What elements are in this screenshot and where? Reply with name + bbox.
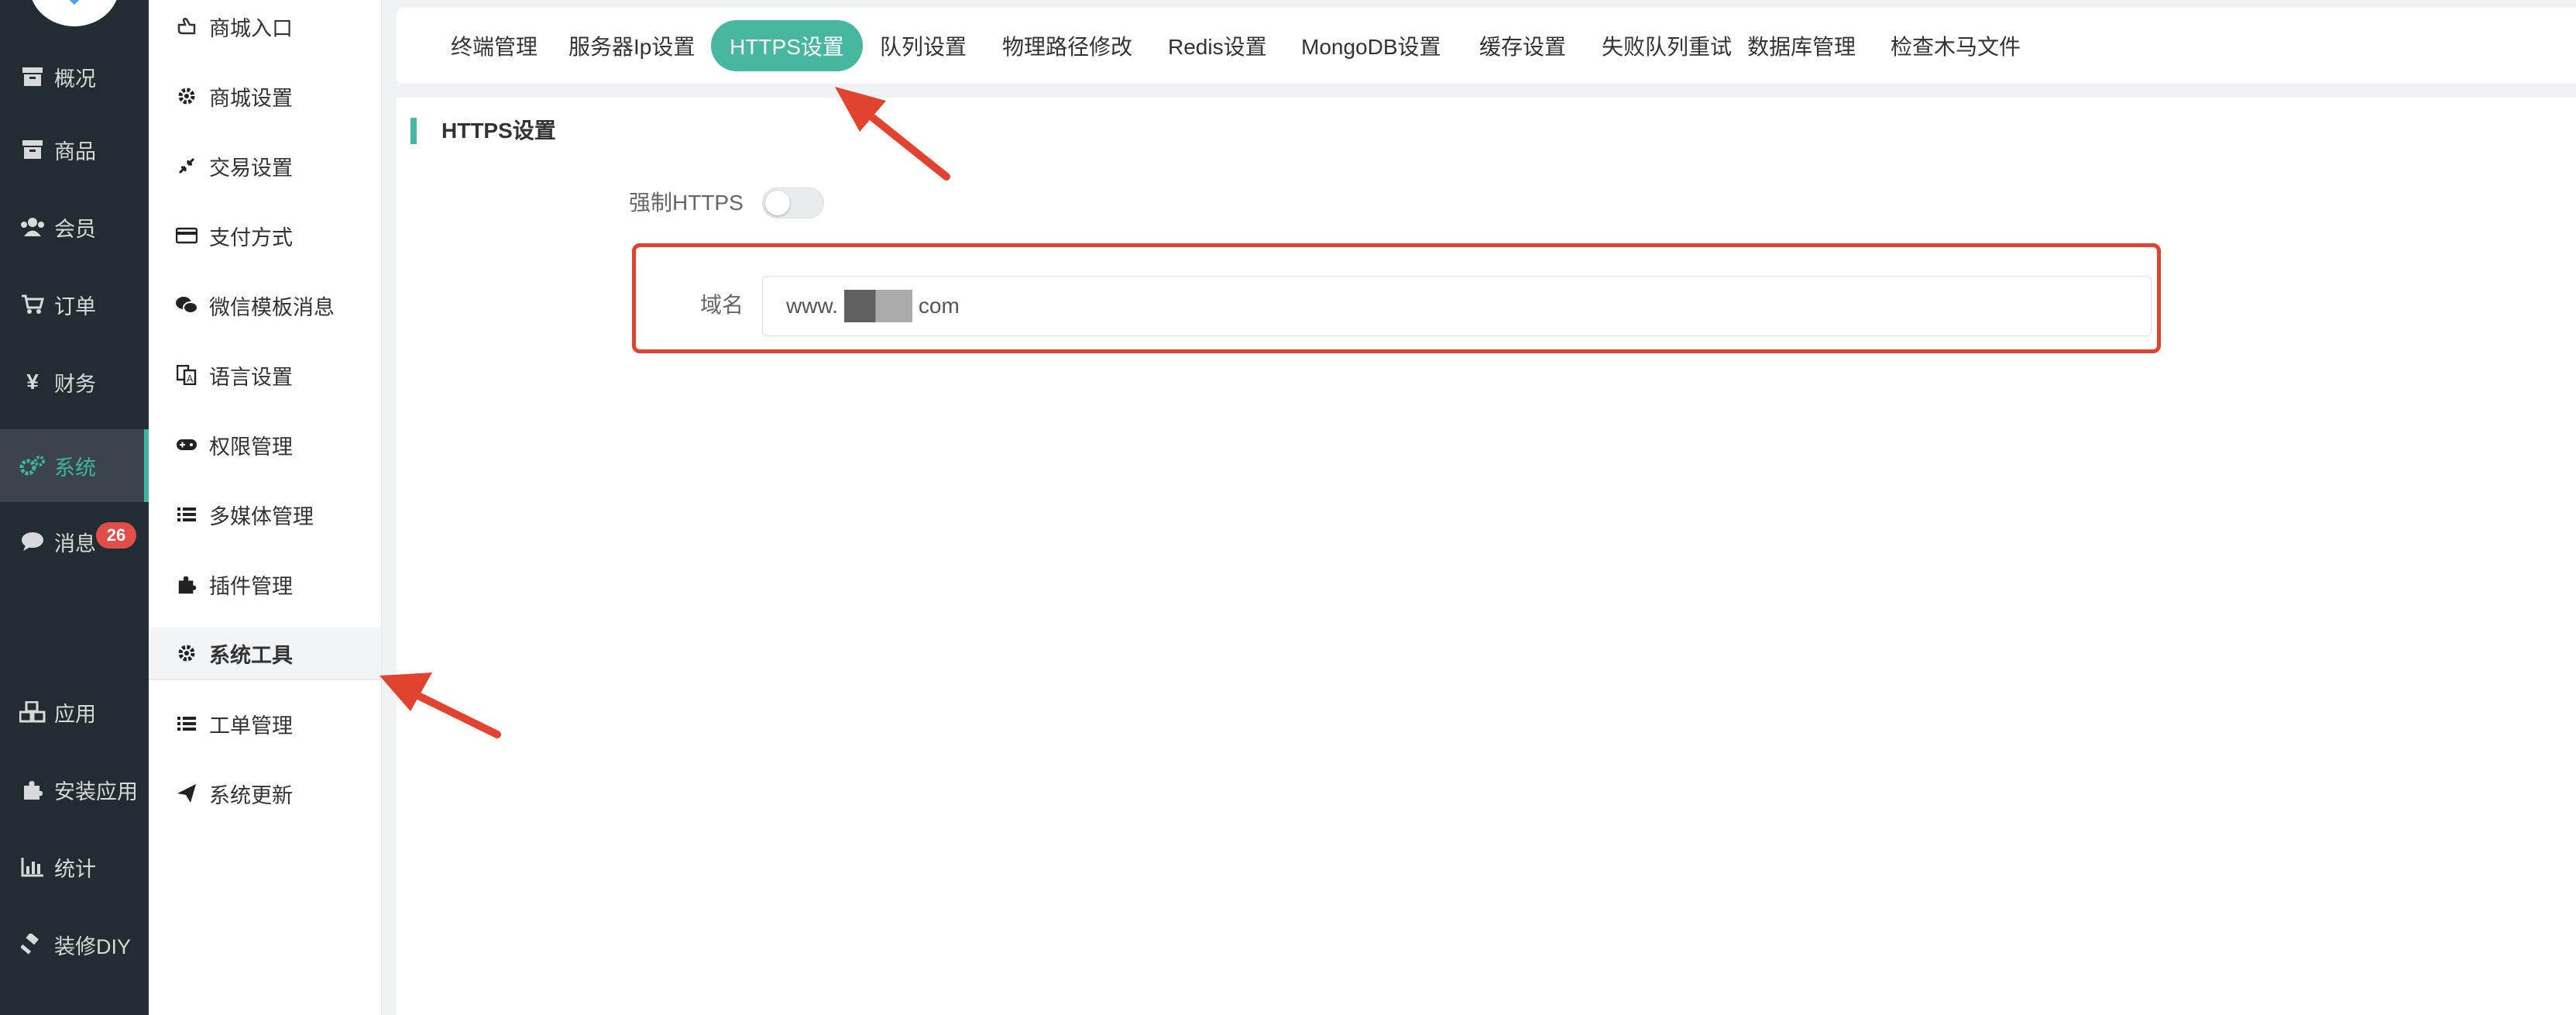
nav-item-members[interactable]: 会员 xyxy=(0,194,149,260)
nav-item-apps[interactable]: 应用 xyxy=(0,679,149,745)
submenu-item-media[interactable]: 多媒体管理 xyxy=(149,488,381,541)
users-icon xyxy=(17,215,48,239)
cubes-icon xyxy=(17,700,48,724)
nav-item-orders[interactable]: 订单 xyxy=(0,271,149,338)
paper-plane-icon xyxy=(175,782,198,805)
puzzle-icon xyxy=(17,778,48,801)
nav-item-system[interactable]: 系统 xyxy=(0,429,149,502)
hand-point-icon xyxy=(175,15,198,38)
submenu-label: 商城设置 xyxy=(209,86,293,110)
submenu-item-permissions[interactable]: 权限管理 xyxy=(149,418,381,471)
yen-icon: ¥ xyxy=(26,370,39,394)
submenu-item-payment-methods[interactable]: 支付方式 xyxy=(149,209,381,262)
submenu-label: 语言设置 xyxy=(209,365,293,389)
submenu-label: 权限管理 xyxy=(209,435,293,459)
nav-label: 概况 xyxy=(54,67,96,91)
nav-item-finance[interactable]: ¥ 财务 xyxy=(0,349,149,415)
https-settings-panel: HTTPS设置 强制HTTPS 域名 www. com xyxy=(397,98,2576,1015)
unread-badge: 26 xyxy=(96,522,136,549)
nav-label: 财务 xyxy=(54,372,96,396)
nav-label: 安装应用 xyxy=(54,779,138,803)
logo[interactable] xyxy=(29,0,119,26)
nav-item-install-apps[interactable]: 安装应用 xyxy=(0,756,149,823)
list-icon xyxy=(175,503,198,526)
tab-failed-queue-retry[interactable]: 失败队列重试 xyxy=(1582,20,1752,71)
nav-label: 统计 xyxy=(54,857,96,881)
tab-redis-settings[interactable]: Redis设置 xyxy=(1148,20,1287,71)
submenu-label: 支付方式 xyxy=(209,225,293,249)
nav-label: 装修DIY xyxy=(54,934,132,958)
force-https-toggle[interactable] xyxy=(762,188,824,218)
redacted-block xyxy=(843,290,912,322)
section-marker xyxy=(410,118,417,144)
submenu-label: 系统更新 xyxy=(209,783,293,807)
force-https-label: 强制HTTPS xyxy=(629,191,744,215)
nav-item-decoration-diy[interactable]: 装修DIY xyxy=(0,911,149,978)
tools-tab-bar: 终端管理 服务器Ip设置 HTTPS设置 队列设置 物理路径修改 Redis设置… xyxy=(397,8,2576,84)
submenu-item-wechat-template[interactable]: 微信模板消息 xyxy=(149,279,381,332)
submenu-label: 交易设置 xyxy=(209,156,293,180)
gear-icon xyxy=(175,642,198,665)
nav-label: 应用 xyxy=(54,702,96,726)
gears-icon xyxy=(17,454,48,477)
submenu-item-system-tools[interactable]: 系统工具 xyxy=(149,628,381,680)
main-nav: 概况 商品 会员 订单 ¥ 财务 系统 消息 26 应用 安装应用 统计 装修D… xyxy=(0,0,149,1015)
system-submenu: 商城入口 商城设置 交易设置 支付方式 微信模板消息 A 语言设置 权限管理 多… xyxy=(149,0,382,1015)
language-icon: A xyxy=(175,363,198,387)
tab-queue-settings[interactable]: 队列设置 xyxy=(860,20,987,71)
submenu-label: 工单管理 xyxy=(209,714,293,738)
nav-item-products[interactable]: 商品 xyxy=(0,116,149,183)
credit-card-icon xyxy=(175,224,198,247)
nav-label: 订单 xyxy=(54,294,96,318)
comment-icon xyxy=(17,530,48,553)
domain-label: 域名 xyxy=(700,293,744,317)
puzzle-icon xyxy=(175,573,198,596)
tab-https-settings[interactable]: HTTPS设置 xyxy=(711,20,863,71)
tab-cache-settings[interactable]: 缓存设置 xyxy=(1459,20,1586,71)
domain-input[interactable]: www. com xyxy=(762,276,2152,336)
submenu-item-mall-entry[interactable]: 商城入口 xyxy=(149,0,381,53)
nav-label: 系统 xyxy=(54,456,96,480)
archive-icon xyxy=(17,65,48,88)
submenu-label: 微信模板消息 xyxy=(209,295,335,319)
submenu-item-work-orders[interactable]: 工单管理 xyxy=(149,697,381,750)
submenu-item-mall-settings[interactable]: 商城设置 xyxy=(149,70,381,122)
submenu-item-language[interactable]: A 语言设置 xyxy=(149,349,381,401)
archive-icon xyxy=(17,138,48,161)
submenu-label: 插件管理 xyxy=(209,574,293,598)
submenu-label: 系统工具 xyxy=(209,643,293,667)
toggle-knob xyxy=(765,191,790,215)
nav-label: 消息 xyxy=(54,532,96,556)
gavel-icon xyxy=(17,933,48,956)
bar-chart-icon xyxy=(17,855,48,879)
nav-label: 商品 xyxy=(54,139,96,163)
svg-text:A: A xyxy=(187,373,194,384)
cart-icon xyxy=(17,293,48,316)
logo-icon xyxy=(69,0,80,5)
tab-database-management[interactable]: 数据库管理 xyxy=(1727,20,1876,71)
gear-icon xyxy=(175,84,198,108)
tab-mongodb-settings[interactable]: MongoDB设置 xyxy=(1281,20,1461,71)
nav-item-messages[interactable]: 消息 26 xyxy=(0,508,149,575)
nav-item-statistics[interactable]: 统计 xyxy=(0,834,149,900)
domain-prefix: www. xyxy=(786,294,838,318)
list-icon xyxy=(175,712,198,735)
wechat-icon xyxy=(175,294,198,317)
submenu-item-trade-settings[interactable]: 交易设置 xyxy=(149,139,381,192)
section-title: HTTPS设置 xyxy=(441,119,556,143)
tab-terminal-management[interactable]: 终端管理 xyxy=(431,20,558,71)
submenu-item-system-update[interactable]: 系统更新 xyxy=(149,767,381,820)
gamepad-icon xyxy=(175,433,198,456)
nav-item-overview[interactable]: 概况 xyxy=(0,43,149,110)
submenu-label: 商城入口 xyxy=(209,16,293,40)
tab-physical-path[interactable]: 物理路径修改 xyxy=(982,20,1152,71)
nav-label: 会员 xyxy=(54,217,96,241)
tab-server-ip-settings[interactable]: 服务器Ip设置 xyxy=(548,20,715,71)
submenu-label: 多媒体管理 xyxy=(209,504,314,528)
compress-icon xyxy=(175,154,198,177)
domain-suffix: com xyxy=(918,294,960,318)
submenu-item-plugins[interactable]: 插件管理 xyxy=(149,558,381,611)
tab-trojan-check[interactable]: 检查木马文件 xyxy=(1870,20,2041,71)
